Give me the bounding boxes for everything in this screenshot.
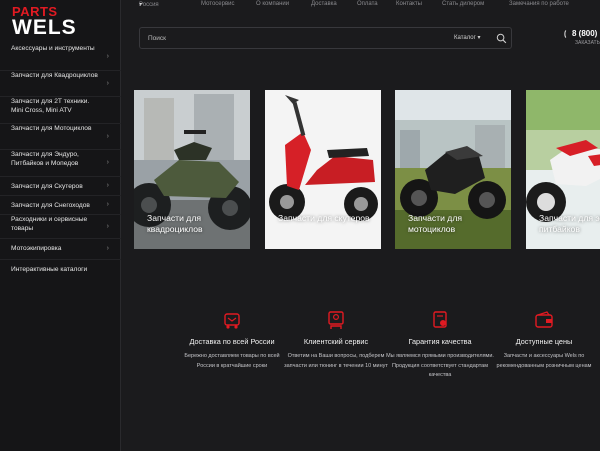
support-icon xyxy=(328,311,344,329)
category-card-caption: Запчасти для скутеров xyxy=(278,213,370,223)
category-card-atv[interactable]: Запчасти для квадроциклов xyxy=(134,90,250,249)
chevron-right-icon: › xyxy=(106,79,109,87)
feature-prices: Доступные цены Запчасти и аксессуары Wel… xyxy=(489,310,599,371)
sidebar-item-accessories[interactable]: Аксессуары и инструменты › xyxy=(0,44,121,71)
feature-title: Доступные цены xyxy=(515,337,573,346)
sidebar-menu: Аксессуары и инструменты › Запчасти для … xyxy=(0,44,121,279)
sidebar-item-label: Мотоэкипировка xyxy=(11,245,62,252)
sidebar-item-equipment[interactable]: Мотоэкипировка › xyxy=(0,239,121,260)
category-card-scooter[interactable]: Запчасти для скутеров xyxy=(265,90,381,249)
sidebar-item-label: Интерактивные каталоги xyxy=(11,266,88,273)
sidebar-item-label: Запчасти для 2Т техники. Mini Cross, Min… xyxy=(11,98,90,114)
feature-description: Бережно доставляем товары по всей России… xyxy=(184,353,280,369)
logo[interactable]: PARTS WELS xyxy=(12,5,82,39)
feature-delivery: Доставка по всей России Бережно доставля… xyxy=(177,310,287,371)
sidebar-item-snowmobile[interactable]: Запчасти для Снегоходов › xyxy=(0,196,121,215)
chevron-right-icon: › xyxy=(106,53,109,60)
chevron-right-icon: › xyxy=(106,222,109,230)
category-card-caption: Запчасти для мотоциклов xyxy=(408,213,462,234)
sidebar-item-label: Расходники и сервисные товары xyxy=(11,216,88,232)
feature-title: Гарантия качества xyxy=(408,337,472,346)
feature-title: Доставка по всей России xyxy=(189,337,275,346)
sidebar-item-moto[interactable]: Запчасти для Мотоциклов › xyxy=(0,124,121,150)
sidebar-item-label: Запчасти для Мотоциклов xyxy=(11,125,92,132)
logo-line-2: WELS xyxy=(12,16,77,39)
chevron-right-icon: › xyxy=(106,182,109,189)
scooter-image xyxy=(265,90,381,249)
feature-description: Запчасти и аксессуары Wels по рекомендов… xyxy=(496,353,592,369)
quality-icon xyxy=(433,311,447,328)
chevron-right-icon: › xyxy=(106,201,109,208)
category-card-enduro[interactable]: Запчасти для эндуро и питбайков xyxy=(526,90,600,249)
chevron-right-icon: › xyxy=(106,132,109,140)
sidebar-item-label: Запчасти для Снегоходов xyxy=(11,202,90,209)
wallet-icon xyxy=(535,311,553,328)
feature-title: Клиентский сервис xyxy=(303,337,369,346)
category-card-moto[interactable]: Запчасти для мотоциклов xyxy=(395,90,511,249)
feature-description: Мы являемся прямыми производителями. Про… xyxy=(386,353,494,379)
category-cards: Запчасти для квадроциклов Запчасти для с… xyxy=(121,0,600,260)
sidebar-item-catalogs[interactable]: Интерактивные каталоги xyxy=(0,260,121,279)
sidebar-item-label: Запчасти для Квадроциклов xyxy=(11,72,98,79)
sidebar-item-label: Запчасти для Эндуро, Питбайков и Мопедов xyxy=(11,151,79,167)
category-card-caption: Запчасти для эндуро и питбайков xyxy=(539,213,600,234)
feature-description: Ответим на Ваши вопросы, подберем запчас… xyxy=(284,353,388,369)
sidebar-item-scooter[interactable]: Запчасти для Скутеров › xyxy=(0,177,121,196)
sidebar-item-label: Запчасти для Скутеров xyxy=(11,183,83,190)
category-card-caption: Запчасти для квадроциклов xyxy=(147,213,203,234)
feature-quality: Гарантия качества Мы являемся прямыми пр… xyxy=(385,310,495,381)
feature-support: Клиентский сервис Ответим на Ваши вопрос… xyxy=(281,310,391,371)
sidebar-item-atv[interactable]: Запчасти для Квадроциклов › xyxy=(0,71,121,97)
sidebar-item-2t[interactable]: Запчасти для 2Т техники. Mini Cross, Min… xyxy=(0,97,121,124)
chevron-right-icon: › xyxy=(106,245,109,252)
sidebar-item-enduro[interactable]: Запчасти для Эндуро, Питбайков и Мопедов… xyxy=(0,150,121,177)
chevron-right-icon: › xyxy=(106,159,109,166)
sidebar-item-consumables[interactable]: Расходники и сервисные товары › xyxy=(0,215,121,239)
delivery-icon xyxy=(224,313,240,329)
sidebar: PARTS WELS Аксессуары и инструменты › За… xyxy=(0,0,121,451)
sidebar-item-label: Аксессуары и инструменты xyxy=(11,45,95,52)
